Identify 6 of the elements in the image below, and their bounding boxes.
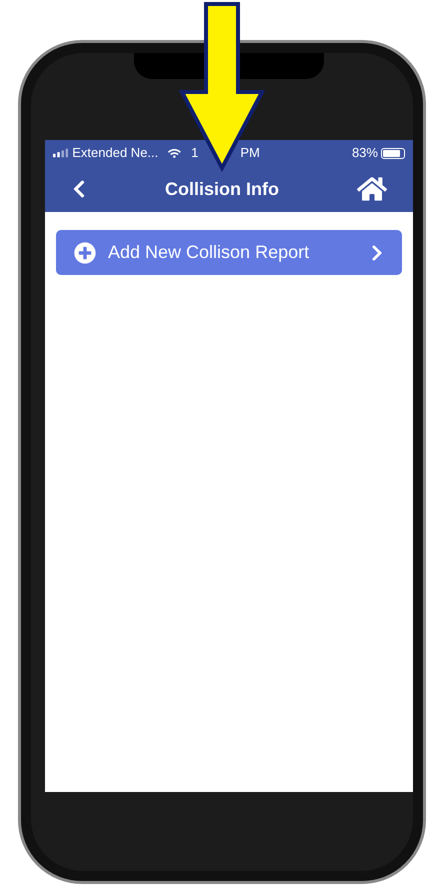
header-title: Collision Info: [165, 178, 279, 200]
carrier-label: Extended Ne...: [72, 144, 158, 162]
battery-percent: 83%: [352, 144, 378, 162]
add-report-button[interactable]: Add New Collison Report: [56, 230, 402, 275]
status-time: 1: [191, 144, 198, 162]
status-time: PM: [240, 144, 260, 162]
